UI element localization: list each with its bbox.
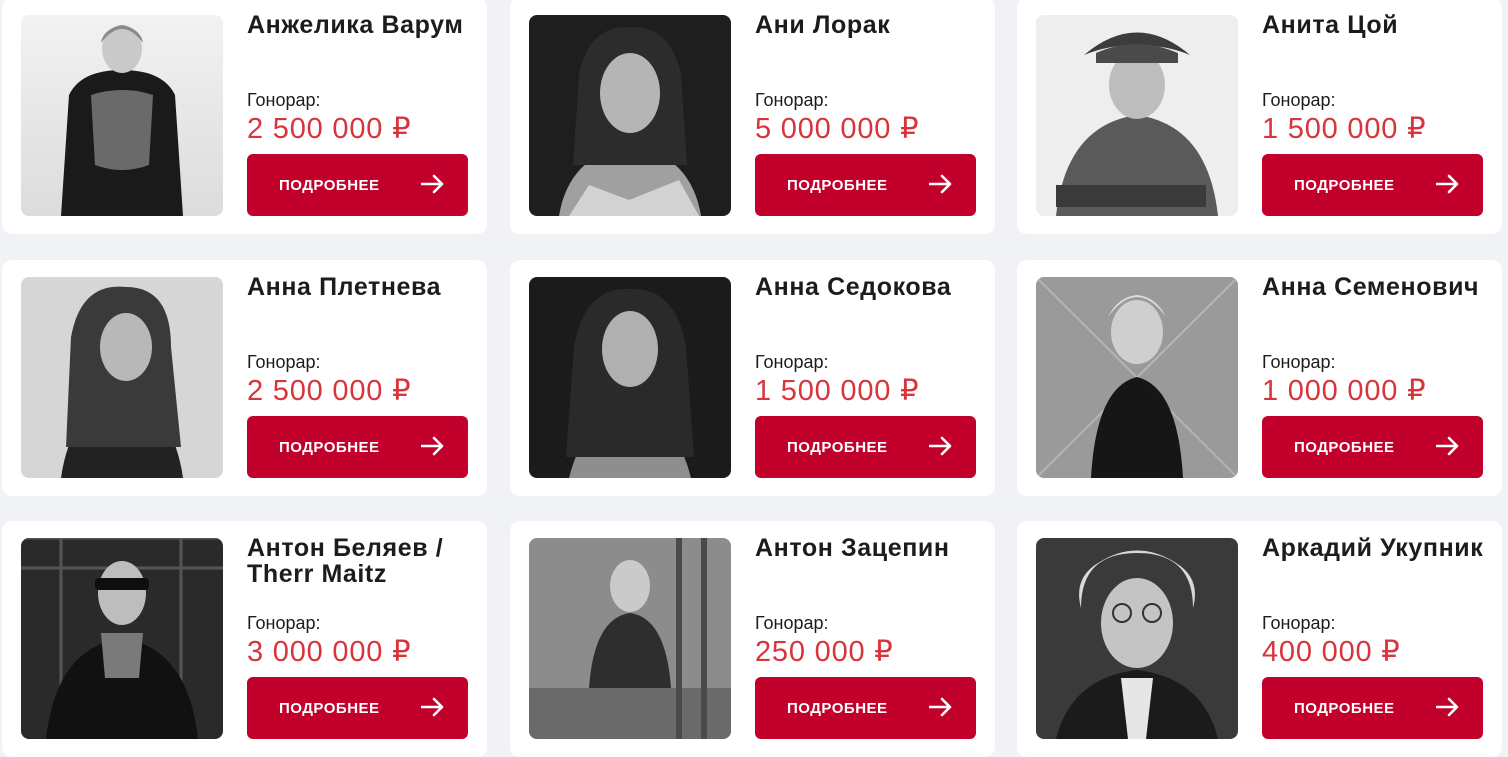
fee-label: Гонорар:: [755, 613, 829, 633]
arrow-right-icon: [929, 174, 952, 194]
arrow-right-icon: [421, 436, 444, 456]
artist-card[interactable]: Ани Лорак Гонорар: 5 000 000 ₽ ПОДРОБНЕЕ: [510, 0, 995, 234]
arrow-right-icon: [929, 697, 952, 717]
arrow-right-icon: [1436, 174, 1459, 194]
fee-value: 3 000 000 ₽: [247, 636, 412, 668]
artist-card[interactable]: Анна Семенович Гонорар: 1 000 000 ₽ ПОДР…: [1017, 260, 1502, 496]
artist-card[interactable]: Аркадий Укупник Гонорар: 400 000 ₽ ПОДРО…: [1017, 521, 1502, 757]
more-button[interactable]: ПОДРОБНЕЕ: [247, 154, 468, 216]
artist-card[interactable]: Анна Седокова Гонорар: 1 500 000 ₽ ПОДРО…: [510, 260, 995, 496]
fee-label: Гонорар:: [247, 90, 321, 110]
fee-label: Гонорар:: [1262, 613, 1336, 633]
arrow-right-icon: [421, 174, 444, 194]
artist-name[interactable]: Анита Цой: [1262, 12, 1492, 38]
fee-value: 2 500 000 ₽: [247, 375, 412, 407]
artist-card[interactable]: Анжелика Варум Гонорар: 2 500 000 ₽ ПОДР…: [2, 0, 487, 234]
artist-photo[interactable]: [1036, 277, 1238, 478]
fee-value: 250 000 ₽: [755, 636, 894, 668]
more-button-label: ПОДРОБНЕЕ: [1294, 700, 1395, 717]
artist-photo[interactable]: [529, 15, 731, 216]
more-button[interactable]: ПОДРОБНЕЕ: [755, 416, 976, 478]
fee-label: Гонорар:: [247, 613, 321, 633]
artist-photo[interactable]: [21, 15, 223, 216]
artist-name[interactable]: Антон Зацепин: [755, 535, 985, 561]
artist-photo[interactable]: [529, 277, 731, 478]
fee-value: 1 500 000 ₽: [755, 375, 920, 407]
arrow-right-icon: [929, 436, 952, 456]
artist-name[interactable]: Антон Беляев / Therr Maitz: [247, 535, 477, 587]
artist-name[interactable]: Анжелика Варум: [247, 12, 477, 38]
fee-label: Гонорар:: [1262, 352, 1336, 372]
more-button-label: ПОДРОБНЕЕ: [1294, 439, 1395, 456]
arrow-right-icon: [421, 697, 444, 717]
fee-value: 1 500 000 ₽: [1262, 113, 1427, 145]
more-button-label: ПОДРОБНЕЕ: [279, 177, 380, 194]
fee-label: Гонорар:: [755, 352, 829, 372]
more-button-label: ПОДРОБНЕЕ: [279, 700, 380, 717]
artist-name[interactable]: Анна Семенович: [1262, 274, 1492, 300]
artist-name[interactable]: Анна Плетнева: [247, 274, 477, 300]
more-button[interactable]: ПОДРОБНЕЕ: [247, 677, 468, 739]
more-button[interactable]: ПОДРОБНЕЕ: [755, 677, 976, 739]
artist-name[interactable]: Ани Лорак: [755, 12, 985, 38]
arrow-right-icon: [1436, 436, 1459, 456]
artist-photo[interactable]: [1036, 538, 1238, 739]
more-button[interactable]: ПОДРОБНЕЕ: [1262, 416, 1483, 478]
fee-label: Гонорар:: [1262, 90, 1336, 110]
more-button[interactable]: ПОДРОБНЕЕ: [247, 416, 468, 478]
fee-value: 5 000 000 ₽: [755, 113, 920, 145]
artist-card[interactable]: Анита Цой Гонорар: 1 500 000 ₽ ПОДРОБНЕЕ: [1017, 0, 1502, 234]
artist-photo[interactable]: [1036, 15, 1238, 216]
fee-label: Гонорар:: [247, 352, 321, 372]
arrow-right-icon: [1436, 697, 1459, 717]
artist-photo[interactable]: [21, 538, 223, 739]
more-button[interactable]: ПОДРОБНЕЕ: [1262, 677, 1483, 739]
artist-photo[interactable]: [21, 277, 223, 478]
more-button-label: ПОДРОБНЕЕ: [279, 439, 380, 456]
fee-value: 1 000 000 ₽: [1262, 375, 1427, 407]
artist-photo[interactable]: [529, 538, 731, 739]
fee-value: 400 000 ₽: [1262, 636, 1401, 668]
more-button-label: ПОДРОБНЕЕ: [787, 439, 888, 456]
artist-name[interactable]: Аркадий Укупник: [1262, 535, 1492, 561]
more-button-label: ПОДРОБНЕЕ: [787, 700, 888, 717]
more-button-label: ПОДРОБНЕЕ: [1294, 177, 1395, 194]
fee-label: Гонорар:: [755, 90, 829, 110]
more-button[interactable]: ПОДРОБНЕЕ: [1262, 154, 1483, 216]
fee-value: 2 500 000 ₽: [247, 113, 412, 145]
artist-card[interactable]: Антон Беляев / Therr Maitz Гонорар: 3 00…: [2, 521, 487, 757]
artist-name[interactable]: Анна Седокова: [755, 274, 985, 300]
artist-card[interactable]: Анна Плетнева Гонорар: 2 500 000 ₽ ПОДРО…: [2, 260, 487, 496]
more-button-label: ПОДРОБНЕЕ: [787, 177, 888, 194]
artist-card[interactable]: Антон Зацепин Гонорар: 250 000 ₽ ПОДРОБН…: [510, 521, 995, 757]
more-button[interactable]: ПОДРОБНЕЕ: [755, 154, 976, 216]
